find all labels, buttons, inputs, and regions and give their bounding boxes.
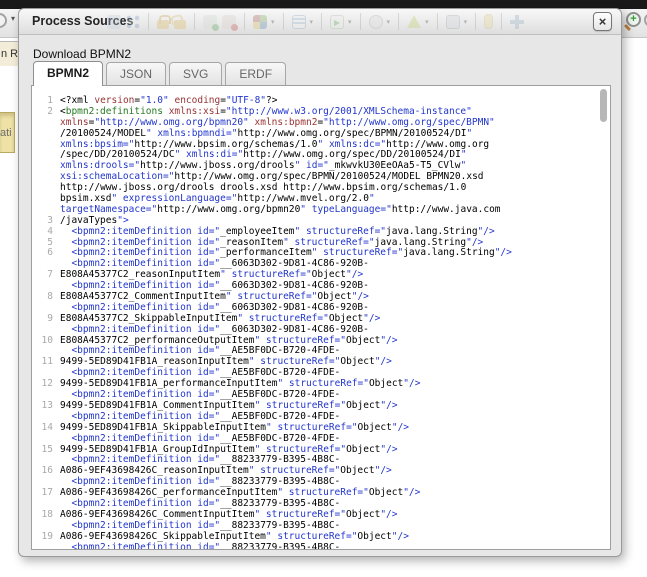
toolbar-separator bbox=[148, 13, 149, 30]
group-icon bbox=[107, 15, 121, 29]
line-number bbox=[32, 129, 60, 140]
line-number bbox=[32, 161, 60, 172]
vertical-scrollbar-thumb[interactable] bbox=[600, 89, 607, 122]
add-docker-icon bbox=[203, 15, 217, 29]
move-icon bbox=[510, 15, 524, 29]
dropdown-caret-icon: ▾ bbox=[271, 18, 275, 26]
dropdown-caret-icon: ▾ bbox=[464, 18, 468, 26]
tab-json[interactable]: JSON bbox=[106, 62, 166, 85]
line-number bbox=[32, 434, 60, 445]
toolbar-separator bbox=[501, 13, 502, 30]
save-icon bbox=[446, 15, 460, 29]
line-number: 1 bbox=[32, 96, 60, 107]
breadcrumb-fragment: n R bbox=[0, 41, 18, 66]
line-number bbox=[32, 118, 60, 129]
toolbar-separator bbox=[321, 13, 322, 30]
toolbar-separator bbox=[283, 13, 284, 30]
zoom-in-icon: + bbox=[626, 12, 641, 27]
code-line: <bpmn2:itemDefinition id="__88233779-B39… bbox=[32, 543, 610, 550]
toolbar-separator bbox=[360, 13, 361, 30]
line-number: 19 bbox=[32, 532, 60, 543]
line-number: 12 bbox=[32, 379, 60, 390]
line-number bbox=[32, 183, 60, 194]
line-number: 17 bbox=[32, 488, 60, 499]
line-number bbox=[32, 205, 60, 216]
line-number bbox=[32, 150, 60, 161]
line-number: 11 bbox=[32, 357, 60, 368]
line-number: 2 bbox=[32, 107, 60, 118]
line-number: 18 bbox=[32, 510, 60, 521]
dropdown-caret-icon: ▾ bbox=[387, 18, 391, 26]
download-bpmn2-link[interactable]: Download BPMN2 bbox=[33, 47, 131, 61]
palette-note-fragment: ati bbox=[0, 112, 15, 153]
line-number bbox=[32, 194, 60, 205]
alert-icon bbox=[407, 15, 421, 28]
line-number: 14 bbox=[32, 423, 60, 434]
tab-bpmn2[interactable]: BPMN2 bbox=[33, 61, 103, 86]
dropdown-caret-icon: ▾ bbox=[11, 14, 15, 23]
line-number bbox=[32, 303, 60, 314]
background-toolbar-icons: ▾ ▾ ▾ ▾ ▾ ▾ bbox=[107, 9, 579, 34]
line-number: 7 bbox=[32, 270, 60, 281]
line-number bbox=[32, 281, 60, 292]
tab-erdf[interactable]: ERDF bbox=[225, 62, 286, 85]
tab-svg[interactable]: SVG bbox=[169, 62, 222, 85]
properties-icon bbox=[292, 15, 306, 29]
code-text: <bpmn2:itemDefinition id="__88233779-B39… bbox=[60, 543, 340, 550]
color-palette-icon bbox=[253, 15, 267, 29]
toolbar-separator bbox=[437, 13, 438, 30]
line-number: 5 bbox=[32, 238, 60, 249]
line-number: 6 bbox=[32, 248, 60, 259]
toolbar-separator bbox=[398, 13, 399, 30]
close-icon[interactable]: × bbox=[593, 12, 612, 31]
line-number: 15 bbox=[32, 445, 60, 456]
line-number: 9 bbox=[32, 314, 60, 325]
app-background: ▾ n R ati + Process Sources ▾▾▾▾▾▾ × Dow… bbox=[0, 0, 647, 577]
code-panel[interactable]: 1<?xml version="1.0" encoding="UTF-8"?>2… bbox=[31, 86, 611, 550]
toolbar-separator bbox=[194, 13, 195, 30]
line-number: 16 bbox=[32, 466, 60, 477]
repository-icon bbox=[484, 14, 493, 29]
export-icon bbox=[330, 15, 344, 29]
validate-icon bbox=[369, 15, 383, 29]
toolbar-separator bbox=[244, 13, 245, 30]
line-number: 3 bbox=[32, 216, 60, 227]
remove-docker-icon bbox=[222, 15, 236, 29]
source-tabs: BPMN2JSONSVGERDF bbox=[31, 62, 611, 86]
bpmn2-source-code: 1<?xml version="1.0" encoding="UTF-8"?>2… bbox=[32, 86, 610, 550]
ungroup-icon bbox=[126, 15, 140, 29]
line-number bbox=[32, 521, 60, 532]
line-number: 8 bbox=[32, 292, 60, 303]
unlock-icon bbox=[174, 20, 186, 29]
process-sources-dialog: Process Sources ▾▾▾▾▾▾ × Download BPMN2 … bbox=[18, 8, 622, 557]
line-number bbox=[32, 140, 60, 151]
line-number bbox=[32, 172, 60, 183]
dropdown-caret-icon: ▾ bbox=[310, 18, 314, 26]
dropdown-caret-icon: ▾ bbox=[348, 18, 352, 26]
line-number: 4 bbox=[32, 227, 60, 238]
dialog-titlebar[interactable]: Process Sources ▾▾▾▾▾▾ × bbox=[19, 9, 621, 35]
line-number bbox=[32, 259, 60, 270]
line-number bbox=[32, 543, 60, 550]
toolbar-separator bbox=[475, 13, 476, 30]
line-number: 13 bbox=[32, 401, 60, 412]
line-number: 10 bbox=[32, 336, 60, 347]
lock-icon bbox=[157, 20, 169, 29]
line-number bbox=[32, 325, 60, 336]
dropdown-caret-icon: ▾ bbox=[425, 18, 429, 26]
